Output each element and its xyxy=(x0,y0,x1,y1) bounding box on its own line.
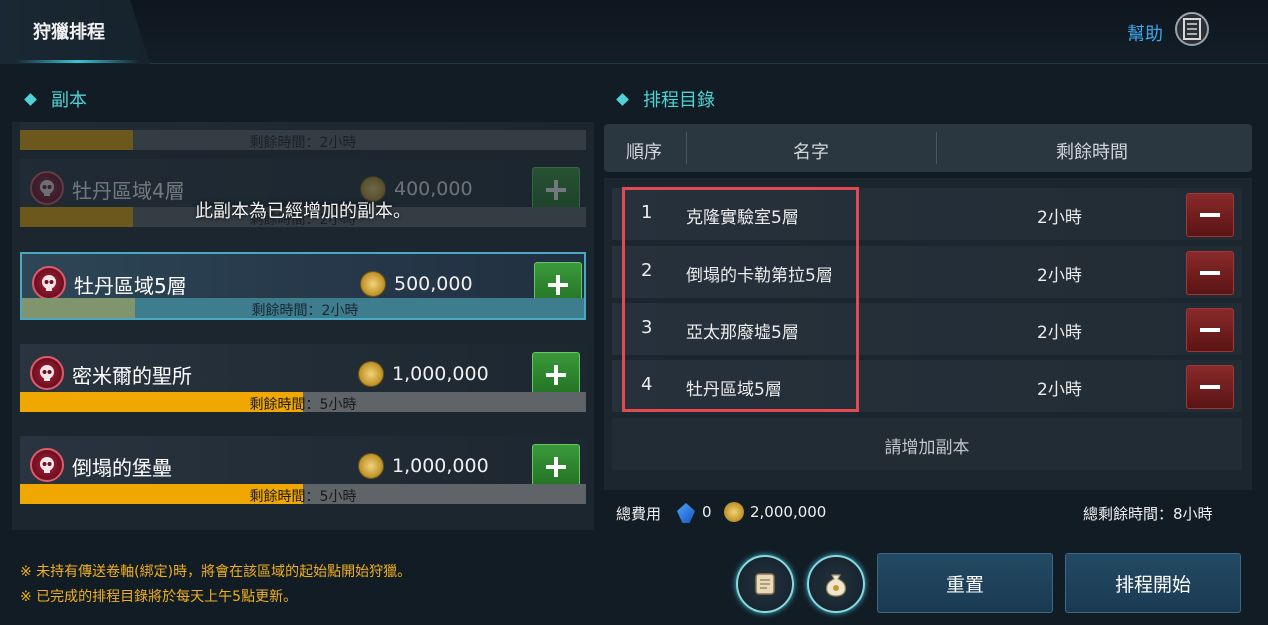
column-remaining-time: 剩餘時間 xyxy=(1056,142,1128,163)
schedule-section-title: 排程目錄 xyxy=(643,90,715,111)
skull-icon xyxy=(30,448,64,482)
gold-coin-icon xyxy=(724,502,744,522)
skull-icon xyxy=(30,171,64,205)
dungeon-card[interactable]: 倒塌的堡壘 1,000,000 剩餘時間：5小時 xyxy=(20,436,586,504)
dungeon-card[interactable]: 密米爾的聖所 1,000,000 剩餘時間：5小時 xyxy=(20,344,586,412)
schedule-section-header: 排程目錄 xyxy=(616,86,715,112)
dungeon-name: 牡丹區域4層 xyxy=(72,179,185,203)
gold-coin-icon xyxy=(358,361,384,387)
row-time: 2小時 xyxy=(1037,266,1082,286)
minus-icon xyxy=(1200,328,1220,332)
dungeon-card-partial: 剩餘時間：2小時 xyxy=(20,122,586,150)
dungeon-price: 1,000,000 xyxy=(392,363,489,385)
gem-icon xyxy=(677,503,695,523)
dungeon-list[interactable]: 剩餘時間：2小時 牡丹區域4層 400,000 剩餘時間：2小時 牡丹區域5層 … xyxy=(12,122,594,530)
dungeon-timebar: 剩餘時間：5小時 xyxy=(20,392,586,412)
total-cost-label: 總費用 xyxy=(616,505,662,523)
page-title: 狩獵排程 xyxy=(33,22,105,43)
scroll-button[interactable] xyxy=(736,555,794,613)
dungeon-name: 牡丹區域5層 xyxy=(74,274,187,298)
title-underline xyxy=(15,60,140,63)
timebar-label: 剩餘時間：5小時 xyxy=(249,489,357,504)
diamond-icon xyxy=(24,92,37,106)
remove-button[interactable] xyxy=(1186,193,1234,237)
help-label[interactable]: 幫助 xyxy=(1127,20,1163,46)
diamond-icon xyxy=(616,92,629,106)
dungeon-section-title: 副本 xyxy=(51,90,87,111)
remove-button[interactable] xyxy=(1186,308,1234,352)
notice-line: ※ 未持有傳送卷軸(綁定)時，將會在該區域的起始點開始狩獵。 xyxy=(20,564,412,580)
column-name: 名字 xyxy=(793,142,829,163)
minus-icon xyxy=(1200,271,1220,275)
money-bag-icon xyxy=(826,574,846,597)
dungeon-price: 1,000,000 xyxy=(392,455,489,477)
money-bag-button[interactable] xyxy=(807,555,865,613)
total-remaining-time: 總剩餘時間：8小時 xyxy=(1083,505,1213,523)
minus-icon xyxy=(1200,213,1220,217)
dungeon-section-header: 副本 xyxy=(24,86,87,112)
gem-amount: 0 xyxy=(702,503,712,521)
remove-button[interactable] xyxy=(1186,251,1234,295)
column-divider xyxy=(936,132,937,164)
already-added-message: 此副本為已經增加的副本。 xyxy=(195,201,411,222)
dungeon-timebar: 剩餘時間：5小時 xyxy=(20,484,586,504)
dungeon-card-selected[interactable]: 牡丹區域5層 500,000 剩餘時間：2小時 xyxy=(20,252,586,320)
notebook-icon[interactable] xyxy=(1175,12,1209,46)
scroll-icon xyxy=(755,573,775,595)
highlight-box xyxy=(622,187,859,412)
start-schedule-button[interactable]: 排程開始 xyxy=(1065,553,1241,613)
dungeon-timebar: 剩餘時間：2小時 xyxy=(22,298,584,319)
column-divider xyxy=(686,132,687,164)
timebar-label: 剩餘時間：2小時 xyxy=(249,135,357,150)
column-order: 順序 xyxy=(626,142,662,163)
row-time: 2小時 xyxy=(1037,323,1082,343)
dungeon-name: 倒塌的堡壘 xyxy=(72,456,172,480)
dungeon-timebar: 剩餘時間：2小時 xyxy=(20,130,586,150)
add-dungeon-prompt-label: 請增加副本 xyxy=(884,438,970,458)
notice-line: ※ 已完成的排程目錄將於每天上午5點更新。 xyxy=(20,589,298,605)
gold-coin-icon xyxy=(360,271,386,297)
schedule-table-header: 順序 名字 剩餘時間 xyxy=(604,124,1252,172)
row-time: 2小時 xyxy=(1037,380,1082,400)
add-dungeon-prompt: 請增加副本 xyxy=(612,418,1242,470)
row-time: 2小時 xyxy=(1037,208,1082,228)
gold-coin-icon xyxy=(358,453,384,479)
reset-button[interactable]: 重置 xyxy=(877,553,1053,613)
gold-amount: 2,000,000 xyxy=(750,503,827,521)
skull-icon xyxy=(30,356,64,390)
timebar-label: 剩餘時間：5小時 xyxy=(249,397,357,412)
skull-icon xyxy=(32,266,66,300)
remove-button[interactable] xyxy=(1186,365,1234,409)
dungeon-price: 500,000 xyxy=(394,273,473,295)
dungeon-name: 密米爾的聖所 xyxy=(72,364,192,388)
top-bar: 狩獵排程 幫助 xyxy=(0,0,1268,64)
timebar-label: 剩餘時間：2小時 xyxy=(251,303,359,319)
minus-icon xyxy=(1200,385,1220,389)
